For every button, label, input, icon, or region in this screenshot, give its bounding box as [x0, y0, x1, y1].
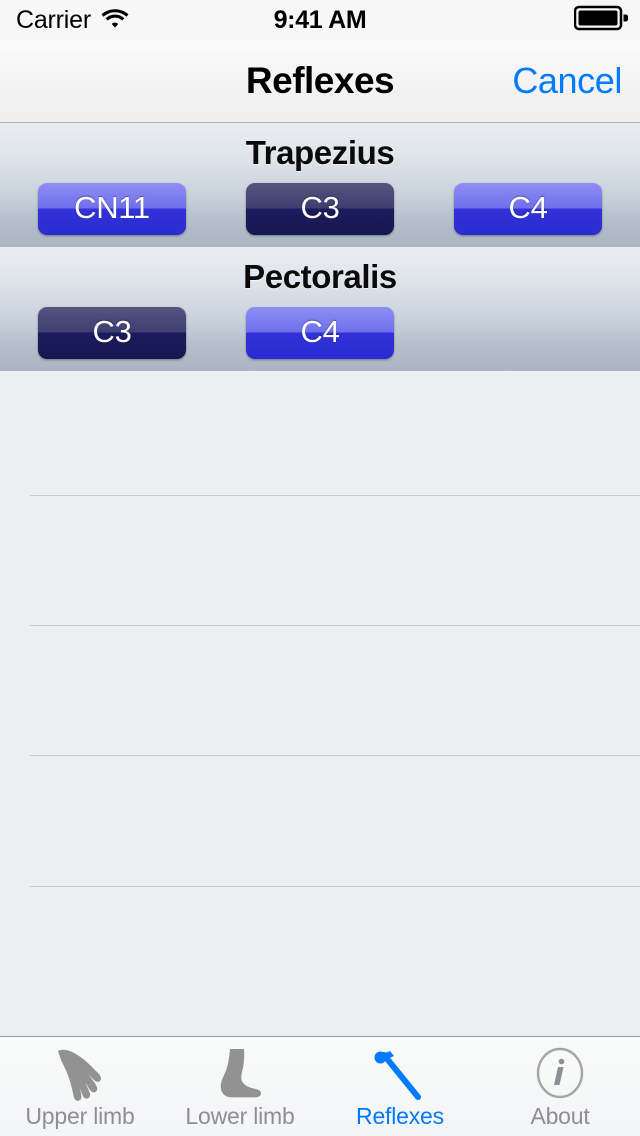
section-title: Trapezius — [245, 134, 395, 171]
hand-icon — [44, 1045, 116, 1103]
tab-label: Reflexes — [356, 1103, 444, 1129]
navigation-bar: Reflexes Cancel — [0, 40, 640, 123]
empty-list-rows — [0, 371, 640, 1021]
tab-label: Lower limb — [185, 1103, 295, 1129]
sections-container: Trapezius CN11 C3 C4 Pectoralis C3 C4 — [0, 123, 640, 371]
reflexes-list[interactable]: Trapezius CN11 C3 C4 Pectoralis C3 C4 — [0, 123, 640, 1036]
status-bar-right — [573, 0, 629, 40]
app-screen: Carrier 9:41 AM Reflexes Cancel Trapeziu… — [0, 0, 640, 1136]
row-separator — [30, 625, 640, 626]
nerve-button-c3[interactable]: C3 — [38, 307, 186, 359]
section-title: Pectoralis — [243, 258, 397, 295]
status-bar-center: 9:41 AM — [0, 0, 640, 40]
tab-upper-limb[interactable]: Upper limb — [0, 1037, 160, 1136]
info-circle-icon — [524, 1045, 596, 1103]
nerve-button-row: CN11 C3 C4 — [0, 175, 640, 247]
status-bar: Carrier 9:41 AM — [0, 0, 640, 40]
nerve-button-c3[interactable]: C3 — [246, 183, 394, 235]
row-separator — [30, 495, 640, 496]
section-pectoralis: Pectoralis C3 C4 — [0, 247, 640, 371]
nerve-button-row: C3 C4 — [0, 299, 640, 371]
section-trapezius: Trapezius CN11 C3 C4 — [0, 123, 640, 247]
tab-label: About — [530, 1103, 590, 1129]
nerve-button-c4[interactable]: C4 — [246, 307, 394, 359]
nerve-button-cn11[interactable]: CN11 — [38, 183, 186, 235]
tab-lower-limb[interactable]: Lower limb — [160, 1037, 320, 1136]
foot-icon — [204, 1045, 276, 1103]
tab-reflexes[interactable]: Reflexes — [320, 1037, 480, 1136]
row-separator — [30, 755, 640, 756]
reflex-hammer-icon — [364, 1045, 436, 1103]
row-separator — [30, 886, 640, 887]
status-time: 9:41 AM — [273, 5, 367, 34]
tab-label: Upper limb — [25, 1103, 135, 1129]
battery-full-icon — [573, 5, 629, 36]
tab-about[interactable]: About — [480, 1037, 640, 1136]
nerve-button-c4[interactable]: C4 — [454, 183, 602, 235]
cancel-button[interactable]: Cancel — [512, 40, 622, 122]
tab-bar[interactable]: Upper limb Lower limb Reflexes About — [0, 1036, 640, 1136]
